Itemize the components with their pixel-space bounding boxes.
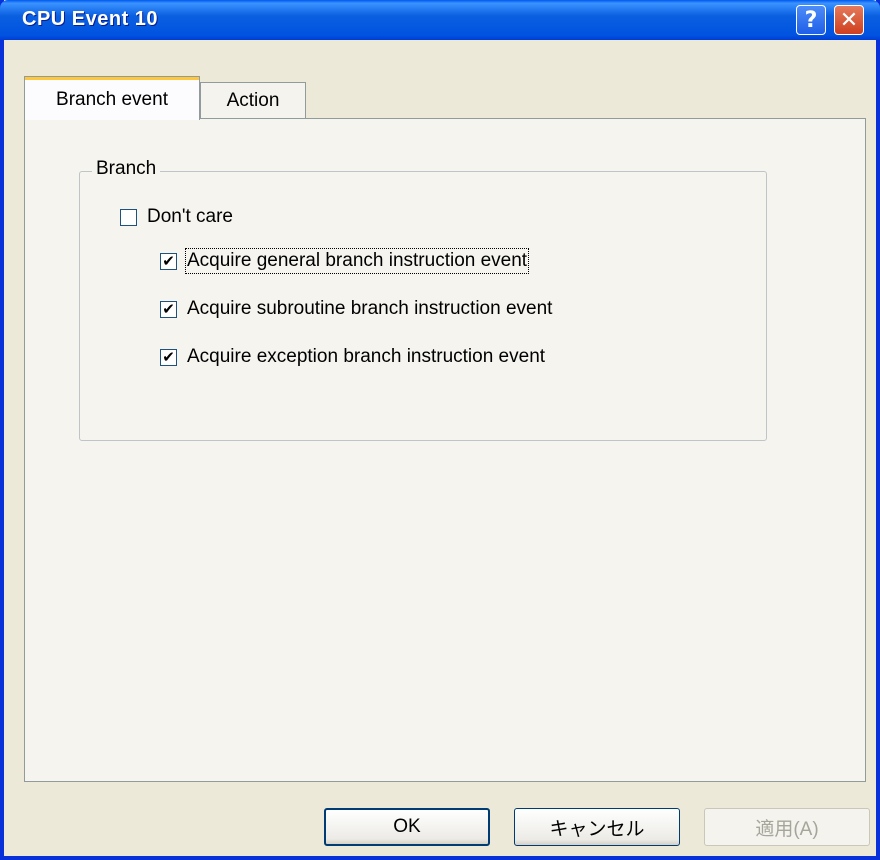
branch-groupbox: Branch Don't care ✔ Acquire general bran…: [79, 158, 767, 441]
cancel-button[interactable]: キャンセル: [514, 808, 680, 846]
subroutine-branch-label: Acquire subroutine branch instruction ev…: [187, 298, 553, 319]
general-branch-label: Acquire general branch instruction event: [184, 248, 530, 274]
dialog-window: CPU Event 10 ? ✕ Branch event Action Bra…: [0, 0, 880, 860]
general-branch-checkbox[interactable]: ✔: [160, 251, 177, 270]
exception-branch-checkbox[interactable]: ✔: [160, 347, 177, 366]
exception-branch-label: Acquire exception branch instruction eve…: [187, 346, 546, 367]
checkmark-icon: ✔: [162, 299, 175, 318]
checkmark-icon: ✔: [162, 347, 175, 366]
dont-care-checkbox[interactable]: [120, 208, 137, 226]
question-mark-icon: ?: [804, 7, 818, 33]
tab-branch-event-label: Branch event: [56, 88, 168, 110]
general-branch-option[interactable]: ✔ Acquire general branch instruction eve…: [160, 248, 530, 274]
tab-action-label: Action: [226, 89, 280, 111]
apply-button[interactable]: 適用(A): [704, 808, 870, 846]
window-title: CPU Event 10: [22, 8, 159, 30]
subroutine-branch-option[interactable]: ✔ Acquire subroutine branch instruction …: [160, 298, 552, 320]
tab-panel: Branch Don't care ✔ Acquire general bran…: [24, 118, 866, 782]
title-bar[interactable]: CPU Event 10 ? ✕: [0, 0, 880, 40]
dont-care-option[interactable]: Don't care: [120, 206, 233, 228]
dont-care-label: Don't care: [147, 206, 234, 227]
subroutine-branch-checkbox[interactable]: ✔: [160, 299, 177, 318]
ok-button-label: OK: [393, 816, 421, 837]
tab-action[interactable]: Action: [200, 82, 306, 118]
ok-button[interactable]: OK: [324, 808, 490, 846]
cancel-button-label: キャンセル: [549, 818, 645, 840]
checkmark-icon: ✔: [162, 251, 175, 270]
apply-button-label: 適用(A): [755, 818, 819, 840]
tab-branch-event[interactable]: Branch event: [24, 76, 200, 120]
branch-group-label: Branch: [92, 158, 161, 180]
help-button[interactable]: ?: [796, 5, 826, 35]
close-icon: ✕: [839, 7, 859, 33]
close-button[interactable]: ✕: [834, 5, 864, 35]
exception-branch-option[interactable]: ✔ Acquire exception branch instruction e…: [160, 346, 545, 368]
